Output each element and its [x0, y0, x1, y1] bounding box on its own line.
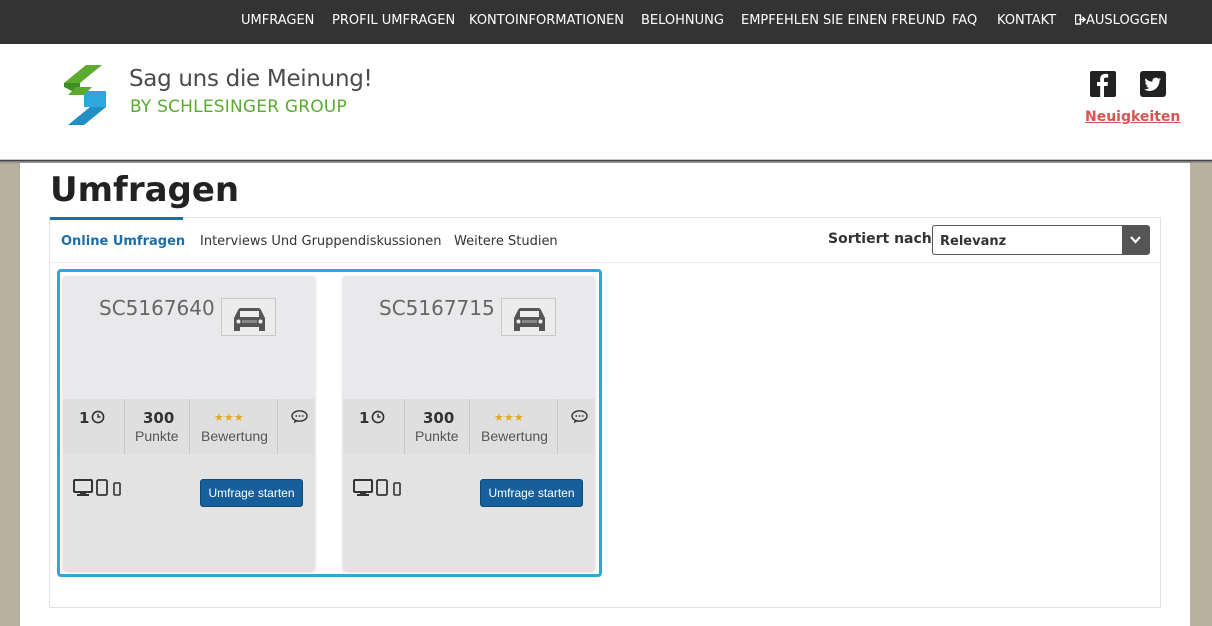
points-value: 300 — [143, 409, 175, 427]
news-link[interactable]: Neuigkeiten — [1085, 109, 1180, 125]
start-survey-button[interactable]: Umfrage starten — [480, 479, 583, 507]
nav-kontakt[interactable]: KONTAKT — [997, 13, 1056, 28]
nav-umfragen[interactable]: UMFRAGEN — [241, 13, 314, 28]
brand-title: Sag uns die Meinung! — [129, 66, 373, 92]
car-icon — [221, 298, 276, 336]
tab-interviews[interactable]: Interviews Und Gruppendiskussionen — [200, 234, 441, 249]
nav-logout[interactable]: AUSLOGGEN — [1074, 13, 1168, 28]
twitter-icon[interactable] — [1140, 71, 1166, 97]
nav-profil-umfragen[interactable]: PROFIL UMFRAGEN — [332, 13, 455, 28]
start-survey-button[interactable]: Umfrage starten — [200, 479, 303, 507]
stat-divider — [469, 399, 470, 454]
tabs-divider — [50, 262, 1160, 263]
survey-card-header — [63, 276, 315, 399]
nav-kontoinformationen[interactable]: KONTOINFORMATIONEN — [469, 13, 624, 28]
points-value: 300 — [423, 409, 455, 427]
sort-select[interactable]: Relevanz — [932, 225, 1150, 255]
tab-weitere-studien[interactable]: Weitere Studien — [454, 234, 558, 249]
stat-divider — [277, 399, 278, 454]
page-background — [1190, 163, 1212, 626]
active-tab-indicator — [50, 217, 183, 220]
duration-number: 1 — [359, 409, 370, 427]
duration-number: 1 — [79, 409, 90, 427]
sort-value: Relevanz — [940, 234, 1007, 249]
chevron-down-icon[interactable] — [1122, 226, 1149, 254]
stat-divider — [557, 399, 558, 454]
survey-card-header — [343, 276, 595, 399]
duration-value: 1 — [79, 409, 89, 427]
comment-icon[interactable] — [571, 410, 588, 429]
rating-label: Bewertung — [201, 428, 268, 444]
rating-label: Bewertung — [481, 428, 548, 444]
brand-subtitle: BY SCHLESINGER GROUP — [130, 97, 347, 117]
stat-divider — [189, 399, 190, 454]
nav-empfehlen[interactable]: EMPFEHLEN SIE EINEN FREUND — [741, 13, 945, 28]
facebook-icon[interactable] — [1090, 71, 1116, 97]
page-title: Umfragen — [50, 170, 240, 210]
survey-code: SC5167715 — [379, 296, 495, 320]
duration-value: 1 — [359, 409, 369, 427]
brand-logo[interactable] — [64, 65, 106, 125]
clock-icon — [371, 410, 385, 429]
tab-online-umfragen[interactable]: Online Umfragen — [61, 234, 185, 249]
rating-stars: ★★★ — [494, 412, 524, 424]
car-icon — [501, 298, 556, 336]
device-icons — [73, 477, 125, 499]
stat-divider — [404, 399, 405, 454]
device-icons — [353, 477, 405, 499]
survey-code: SC5167640 — [99, 296, 215, 320]
nav-faq[interactable]: FAQ — [952, 13, 977, 28]
survey-card: SC5167640 1 300 Punkte ★★★ Bewertung Umf… — [63, 276, 315, 571]
clock-icon — [91, 410, 105, 429]
top-navigation: UMFRAGEN PROFIL UMFRAGEN KONTOINFORMATIO… — [0, 0, 1212, 44]
survey-card: SC5167715 1 300 Punkte ★★★ Bewertung Umf… — [343, 276, 595, 571]
comment-icon[interactable] — [291, 410, 308, 429]
points-label: Punkte — [135, 428, 179, 444]
rating-stars: ★★★ — [214, 412, 244, 424]
sort-label: Sortiert nach: — [828, 231, 938, 247]
nav-belohnung[interactable]: BELOHNUNG — [641, 13, 724, 28]
logout-label: AUSLOGGEN — [1086, 13, 1168, 28]
logout-icon — [1074, 14, 1087, 25]
points-label: Punkte — [415, 428, 459, 444]
stat-divider — [124, 399, 125, 454]
